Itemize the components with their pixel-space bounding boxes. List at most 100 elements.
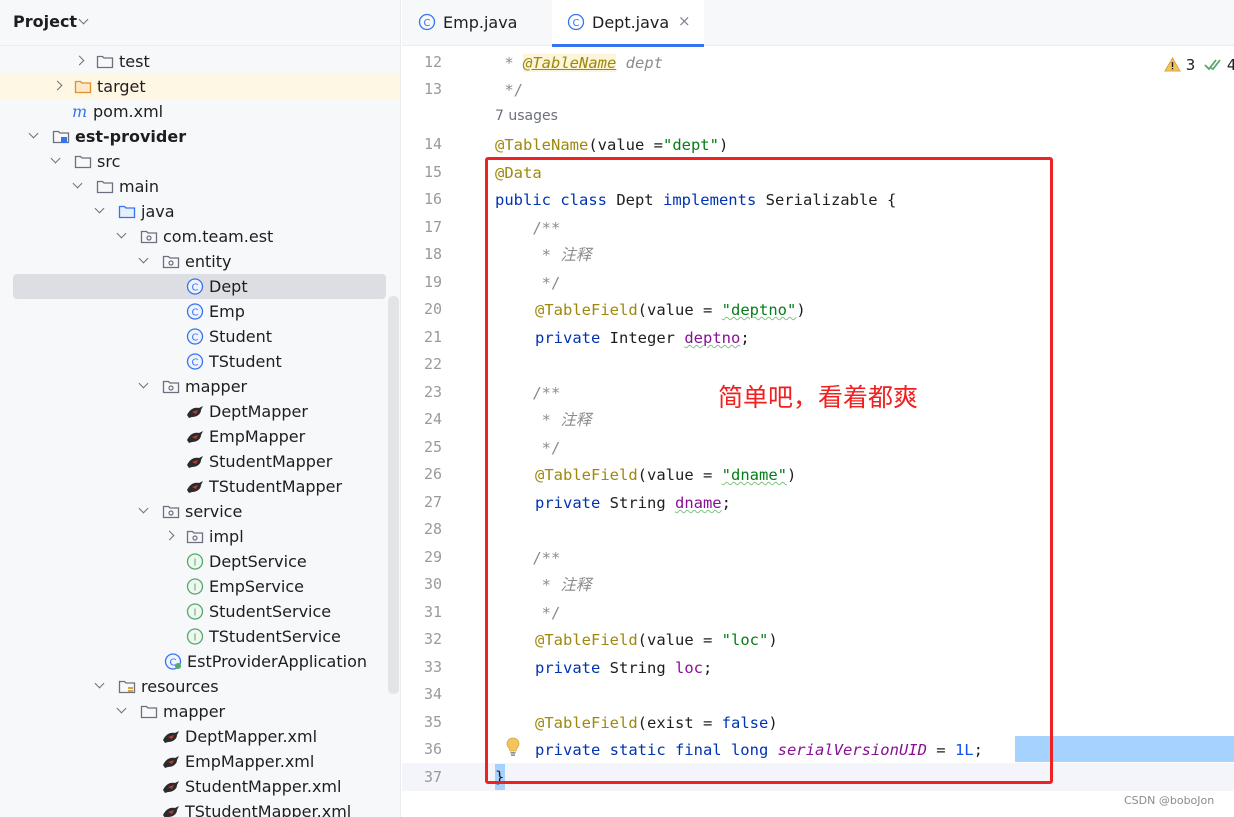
tree-item[interactable]: impl bbox=[0, 524, 400, 549]
tree-item-label: target bbox=[97, 77, 146, 96]
usages-inlay-hint[interactable]: 7 usages bbox=[495, 108, 558, 124]
mybatis-bird-icon bbox=[162, 803, 180, 817]
line-number-gutter[interactable]: 12 13 14 15 16 17 18 19 20 21 22 23 24 25 26 27 28 29 30 31… bbox=[402, 47, 492, 817]
tree-item[interactable]: src bbox=[0, 149, 400, 174]
line-number[interactable]: 28 bbox=[402, 520, 442, 538]
tree-item[interactable]: EmpMapper.xml bbox=[0, 749, 400, 774]
chevron-down-icon[interactable] bbox=[116, 703, 127, 714]
tree-item[interactable]: mapper bbox=[0, 699, 400, 724]
tree-item[interactable]: entity bbox=[0, 249, 400, 274]
line-number[interactable]: 16 bbox=[402, 190, 442, 208]
tree-item[interactable]: I DeptService bbox=[0, 549, 400, 574]
line-number[interactable]: 23 bbox=[402, 383, 442, 401]
line-number[interactable]: 17 bbox=[402, 218, 442, 236]
tree-item[interactable]: TStudentMapper bbox=[0, 474, 400, 499]
tree-item[interactable]: est-provider bbox=[0, 124, 400, 149]
project-header[interactable]: Project bbox=[0, 0, 400, 46]
class-icon: C bbox=[186, 278, 204, 295]
svg-text:I: I bbox=[194, 583, 197, 594]
line-number[interactable]: 30 bbox=[402, 575, 442, 593]
chevron-down-icon[interactable] bbox=[138, 503, 149, 514]
chevron-down-icon[interactable] bbox=[72, 178, 83, 189]
tree-item[interactable]: C TStudent bbox=[0, 349, 400, 374]
chevron-right-icon[interactable] bbox=[52, 80, 63, 91]
tree-item[interactable]: StudentMapper.xml bbox=[0, 774, 400, 799]
chevron-down-icon[interactable] bbox=[116, 228, 127, 239]
line-number[interactable]: 31 bbox=[402, 603, 442, 621]
line-number[interactable]: 21 bbox=[402, 328, 442, 346]
scrollbar-thumb[interactable] bbox=[388, 296, 399, 694]
line-number[interactable]: 34 bbox=[402, 685, 442, 703]
tree-item[interactable]: I EmpService bbox=[0, 574, 400, 599]
line-number[interactable]: 20 bbox=[402, 300, 442, 318]
chevron-down-icon[interactable] bbox=[138, 253, 149, 264]
tree-item[interactable]: resources bbox=[0, 674, 400, 699]
tree-item-label: est-provider bbox=[75, 127, 187, 146]
tree-item[interactable]: StudentMapper bbox=[0, 449, 400, 474]
tree-item[interactable]: DeptMapper.xml bbox=[0, 724, 400, 749]
chevron-right-icon[interactable] bbox=[74, 55, 85, 66]
line-number[interactable]: 19 bbox=[402, 273, 442, 291]
chevron-down-icon[interactable] bbox=[78, 14, 89, 25]
chevron-down-icon[interactable] bbox=[138, 378, 149, 389]
tree-item[interactable]: EmpMapper bbox=[0, 424, 400, 449]
tree-item-label: entity bbox=[185, 252, 232, 271]
line-number[interactable]: 22 bbox=[402, 355, 442, 373]
line-number[interactable]: 27 bbox=[402, 493, 442, 511]
tree-item[interactable]: TStudentMapper.xml bbox=[0, 799, 400, 817]
tree-item-label: Emp bbox=[209, 302, 245, 321]
tree-item-label: main bbox=[119, 177, 159, 196]
spring-class-icon: C bbox=[164, 653, 182, 670]
line-number[interactable]: 36 bbox=[402, 740, 442, 758]
line-number[interactable]: 12 bbox=[402, 53, 442, 71]
line-number[interactable]: 33 bbox=[402, 658, 442, 676]
project-title[interactable]: Project bbox=[13, 12, 77, 31]
tree-item[interactable]: DeptMapper bbox=[0, 399, 400, 424]
tab-emp-java[interactable]: C Emp.java bbox=[402, 0, 552, 46]
line-number[interactable]: 29 bbox=[402, 548, 442, 566]
module-folder-icon bbox=[52, 128, 70, 145]
tree-item[interactable]: mapper bbox=[0, 374, 400, 399]
svg-text:I: I bbox=[194, 608, 197, 619]
tree-item[interactable]: C Student bbox=[0, 324, 400, 349]
line-number[interactable]: 24 bbox=[402, 410, 442, 428]
chevron-down-icon[interactable] bbox=[94, 678, 105, 689]
tree-item[interactable]: test bbox=[0, 49, 400, 74]
tree-item[interactable]: com.team.est bbox=[0, 224, 400, 249]
line-number[interactable]: 15 bbox=[402, 163, 442, 181]
close-icon[interactable]: × bbox=[678, 12, 691, 30]
tree-item[interactable]: I StudentService bbox=[0, 599, 400, 624]
chevron-right-icon[interactable] bbox=[164, 530, 175, 541]
chevron-down-icon[interactable] bbox=[28, 128, 39, 139]
tree-item-label: EstProviderApplication bbox=[187, 652, 367, 671]
line-number[interactable]: 13 bbox=[402, 80, 442, 98]
tree-item-label: java bbox=[141, 202, 175, 221]
line-number[interactable]: 26 bbox=[402, 465, 442, 483]
double-check-icon bbox=[1204, 59, 1221, 71]
tree-item[interactable]: target bbox=[0, 74, 400, 99]
code-line-12: * @TableName dept bbox=[495, 50, 663, 76]
tree-item-label: StudentMapper bbox=[209, 452, 333, 471]
tree-item-label: TStudentMapper bbox=[209, 477, 343, 496]
tree-item[interactable]: main bbox=[0, 174, 400, 199]
resources-folder-icon bbox=[118, 678, 136, 695]
line-number[interactable]: 32 bbox=[402, 630, 442, 648]
line-number[interactable]: 25 bbox=[402, 438, 442, 456]
chevron-down-icon[interactable] bbox=[94, 203, 105, 214]
tree-item[interactable]: C Emp bbox=[0, 299, 400, 324]
class-icon: C bbox=[418, 13, 436, 31]
tree-item[interactable]: java bbox=[0, 199, 400, 224]
line-number[interactable]: 35 bbox=[402, 713, 442, 731]
line-number[interactable]: 37 bbox=[402, 768, 442, 786]
tree-item[interactable]: m pom.xml bbox=[0, 99, 400, 124]
tree-item[interactable]: I TStudentService bbox=[0, 624, 400, 649]
inspection-widget[interactable]: 3 4 bbox=[1164, 56, 1234, 74]
interface-icon: I bbox=[186, 578, 204, 595]
tree-item[interactable]: service bbox=[0, 499, 400, 524]
tab-dept-java[interactable]: C Dept.java × bbox=[552, 0, 704, 47]
line-number[interactable]: 14 bbox=[402, 135, 442, 153]
tree-item[interactable]: C EstProviderApplication bbox=[0, 649, 400, 674]
line-number[interactable]: 18 bbox=[402, 245, 442, 263]
tree-item[interactable]: C Dept bbox=[0, 274, 400, 299]
chevron-down-icon[interactable] bbox=[50, 153, 61, 164]
